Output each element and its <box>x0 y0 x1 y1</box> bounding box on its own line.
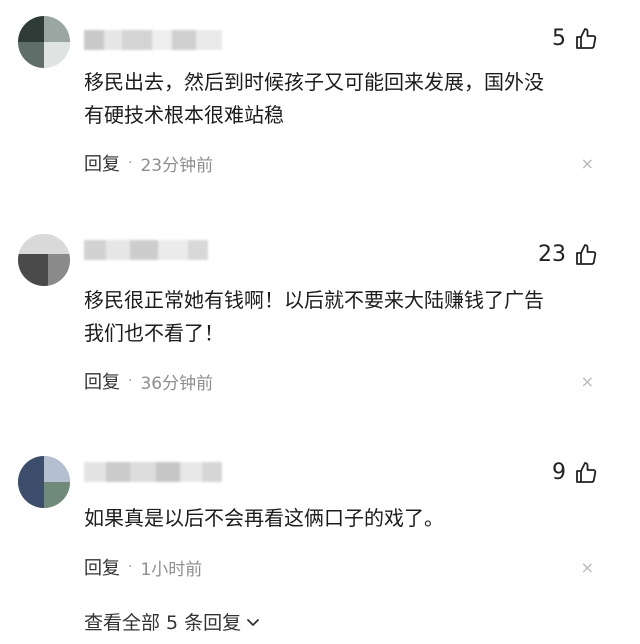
username-blurred[interactable] <box>84 30 222 50</box>
thumbs-up-icon <box>576 243 597 265</box>
username-blurred[interactable] <box>84 240 208 260</box>
chevron-down-icon <box>247 618 260 626</box>
comment-time: 1小时前 <box>140 559 203 580</box>
reply-button[interactable]: 回复 <box>84 368 120 394</box>
like-count: 23 <box>538 242 566 267</box>
like-button[interactable]: 5 <box>552 26 598 51</box>
comment-time: 23分钟前 <box>140 155 214 176</box>
comment-text: 移民很正常她有钱啊！以后就不要来大陆赚钱了广告 我们也不看了！ <box>84 288 544 345</box>
like-button[interactable]: 9 <box>552 460 598 485</box>
comment-time: 36分钟前 <box>140 373 214 394</box>
like-count: 5 <box>552 26 566 51</box>
reply-button[interactable]: 回复 <box>84 554 120 580</box>
like-button[interactable]: 23 <box>538 242 598 267</box>
meta-separator: · <box>128 373 133 389</box>
comment-meta: 回复 · 23分钟前 <box>84 150 213 176</box>
meta-separator: · <box>128 559 133 575</box>
close-icon[interactable]: × <box>581 372 594 391</box>
comment-text: 移民出去，然后到时候孩子又可能回来发展，国外没 有硬技术根本很难站稳 <box>84 70 544 127</box>
like-count: 9 <box>552 460 566 485</box>
thumbs-up-icon <box>576 461 597 483</box>
meta-separator: · <box>128 155 133 171</box>
comment-text: 如果真是以后不会再看这俩口子的戏了。 <box>84 506 444 530</box>
view-all-label: 查看全部 5 条回复 <box>84 612 242 634</box>
avatar[interactable] <box>18 456 70 508</box>
comment-meta: 回复 · 1小时前 <box>84 554 202 580</box>
avatar[interactable] <box>18 234 70 286</box>
reply-button[interactable]: 回复 <box>84 150 120 176</box>
close-icon[interactable]: × <box>581 558 594 577</box>
view-all-replies-button[interactable]: 查看全部 5 条回复 <box>84 608 261 635</box>
avatar[interactable] <box>18 16 70 68</box>
username-blurred[interactable] <box>84 462 222 482</box>
close-icon[interactable]: × <box>581 154 594 173</box>
comment-meta: 回复 · 36分钟前 <box>84 368 213 394</box>
thumbs-up-icon <box>576 27 597 49</box>
